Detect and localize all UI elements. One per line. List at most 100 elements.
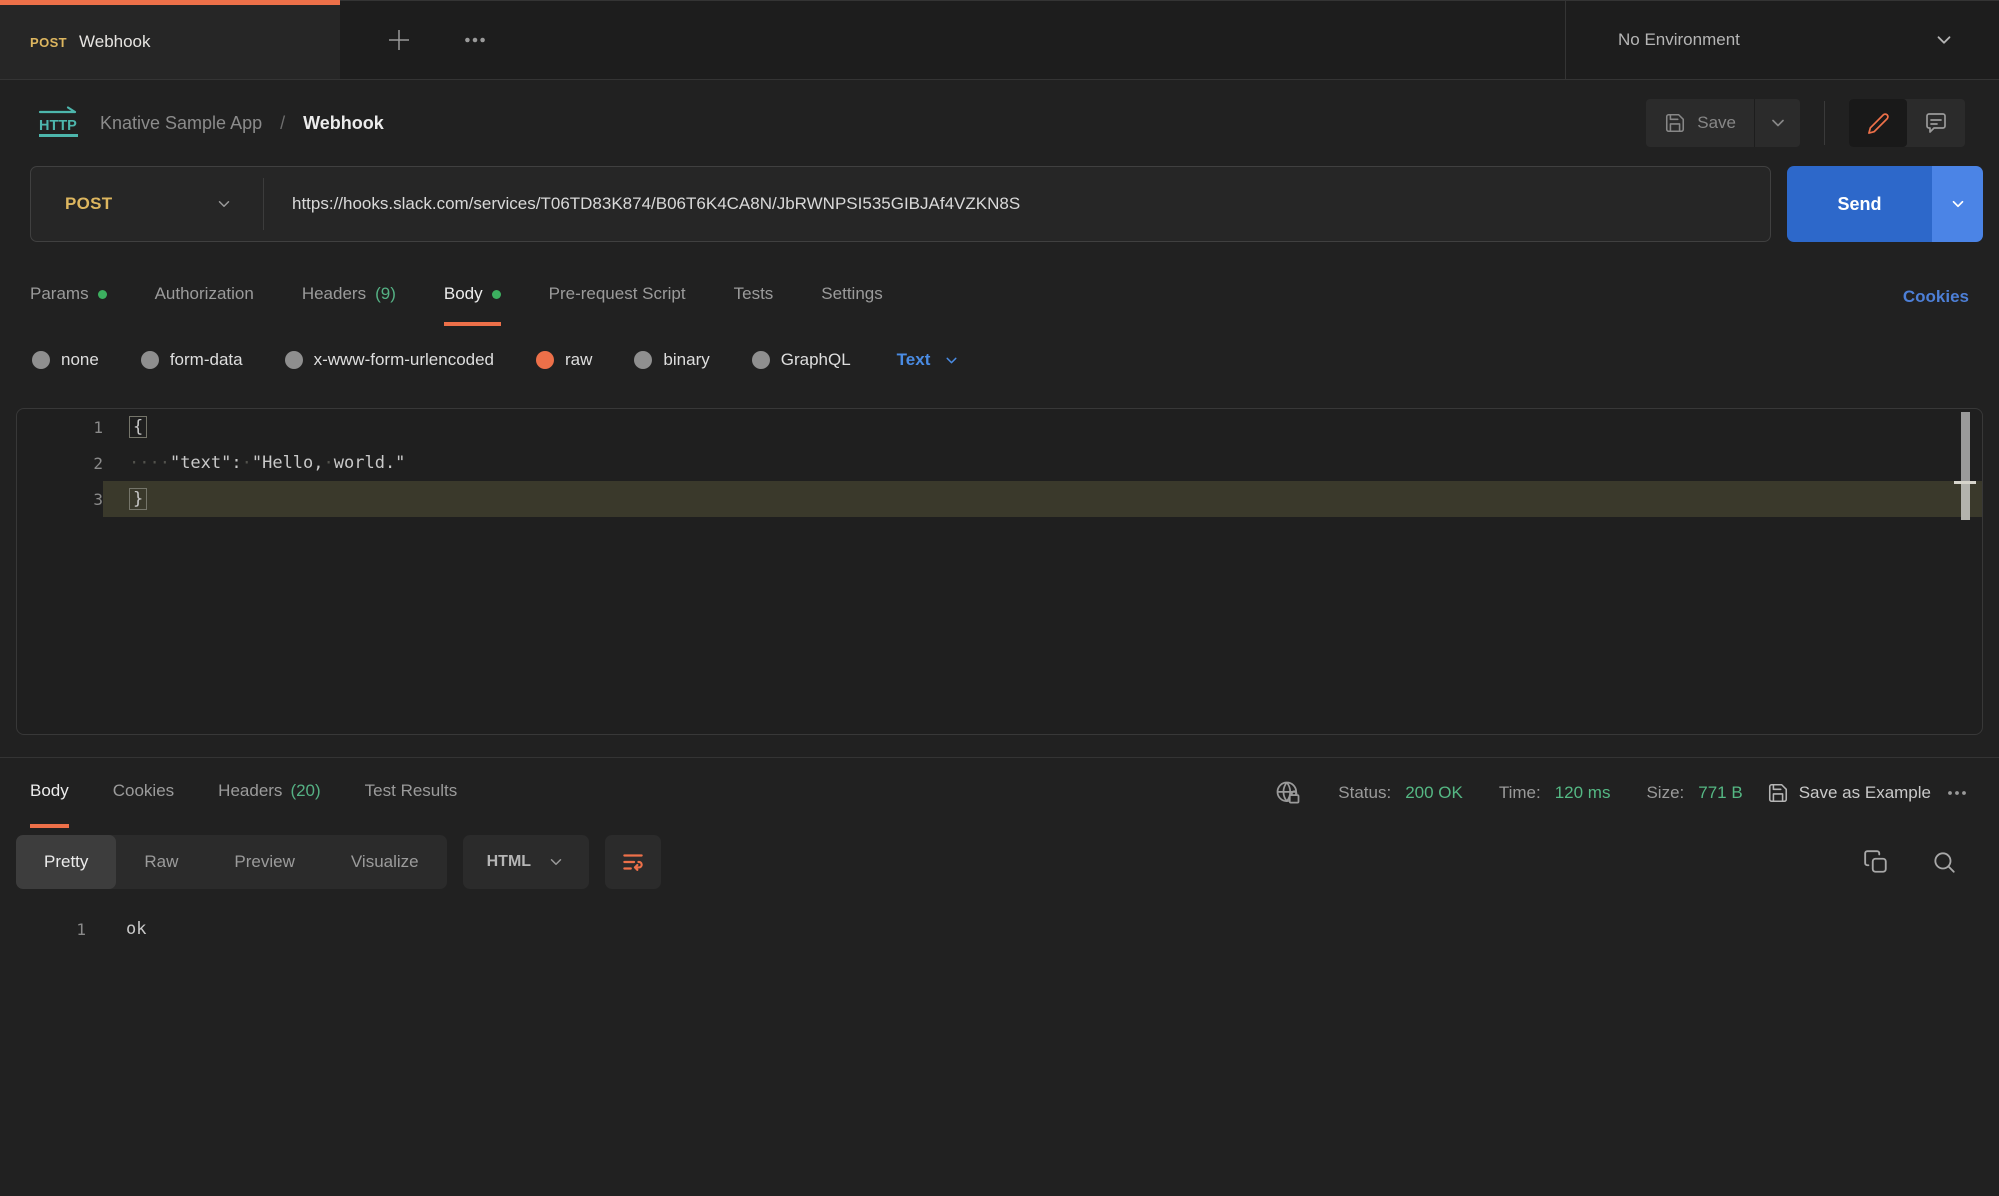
response-body-viewer[interactable]: 1 ok <box>0 896 1999 1196</box>
chevron-down-icon <box>943 352 960 369</box>
globe-lock-icon[interactable] <box>1274 779 1302 807</box>
editor-line-content: } <box>103 481 1982 517</box>
raw-type-label: Text <box>897 350 931 370</box>
environment-label: No Environment <box>1618 30 1740 50</box>
radio-selected-icon <box>536 351 554 369</box>
response-format-label: HTML <box>487 853 531 871</box>
request-tabstrip: POST Webhook No Environment <box>0 0 1999 80</box>
body-mode-urlencoded-label: x-www-form-urlencoded <box>314 350 494 370</box>
method-label: POST <box>65 194 113 214</box>
search-response-icon[interactable] <box>1931 849 1957 875</box>
wrap-text-button[interactable] <box>605 835 661 889</box>
tab-params[interactable]: Params <box>30 268 107 326</box>
size-value: 771 B <box>1698 783 1742 803</box>
send-options-caret[interactable] <box>1932 166 1983 242</box>
cookies-link[interactable]: Cookies <box>1903 287 1969 307</box>
body-mode-none[interactable]: none <box>32 350 99 370</box>
raw-type-select[interactable]: Text <box>897 350 961 370</box>
response-format-select[interactable]: HTML <box>463 835 589 889</box>
status-value: 200 OK <box>1405 783 1463 803</box>
edit-comment-group <box>1849 99 1965 147</box>
save-as-example-label: Save as Example <box>1799 783 1931 803</box>
line-number: 1 <box>17 409 103 445</box>
editor-line: 1 { <box>17 409 1982 445</box>
tab-authorization-label: Authorization <box>155 284 254 304</box>
chevron-down-icon <box>1933 29 1955 51</box>
response-more-options-icon[interactable] <box>1945 781 1969 805</box>
response-tabs-row: Body Cookies Headers (20) Test Results <box>0 758 1999 828</box>
new-tab-plus-icon[interactable] <box>384 25 414 55</box>
tab-body-label: Body <box>444 284 483 304</box>
tab-pre-request-script-label: Pre-request Script <box>549 284 686 304</box>
editor-line: 2 ····"text":·"Hello,·world." <box>17 445 1982 481</box>
save-button[interactable]: Save <box>1646 99 1754 147</box>
tab-settings[interactable]: Settings <box>821 268 882 326</box>
response-view-switcher: Pretty Raw Preview Visualize <box>16 835 447 889</box>
breadcrumb-request-name[interactable]: Webhook <box>303 113 384 134</box>
open-request-tab[interactable]: POST Webhook <box>0 0 340 79</box>
breadcrumb-collection[interactable]: Knative Sample App <box>100 113 262 134</box>
view-tab-pretty[interactable]: Pretty <box>16 835 116 889</box>
time-label: Time: <box>1499 783 1541 803</box>
view-tab-visualize[interactable]: Visualize <box>323 835 447 889</box>
comment-icon <box>1924 111 1948 135</box>
body-mode-graphql[interactable]: GraphQL <box>752 350 851 370</box>
view-tab-preview[interactable]: Preview <box>206 835 322 889</box>
send-button[interactable]: Send <box>1787 166 1932 242</box>
tab-title: Webhook <box>79 32 151 52</box>
editor-overview-ruler <box>1954 409 1976 734</box>
response-tab-test-results[interactable]: Test Results <box>365 758 458 828</box>
tab-body[interactable]: Body <box>444 268 501 326</box>
response-tab-test-results-label: Test Results <box>365 781 458 801</box>
tab-settings-label: Settings <box>821 284 882 304</box>
save-icon <box>1664 112 1686 134</box>
response-tab-cookies[interactable]: Cookies <box>113 758 174 828</box>
tab-tests-label: Tests <box>734 284 774 304</box>
request-body-editor[interactable]: 1 { 2 ····"text":·"Hello,·world." 3 } <box>16 408 1983 735</box>
save-options-caret[interactable] <box>1754 99 1800 147</box>
response-tab-body[interactable]: Body <box>30 758 69 828</box>
cursor-position-marker-stem <box>1961 484 1970 520</box>
editor-line-content: ····"text":·"Hello,·world." <box>103 445 1982 481</box>
edit-request-button[interactable] <box>1849 99 1907 147</box>
response-headers-count: (20) <box>290 781 320 801</box>
body-mode-form-data[interactable]: form-data <box>141 350 243 370</box>
body-mode-none-label: none <box>61 350 99 370</box>
copy-response-icon[interactable] <box>1863 849 1889 875</box>
environment-selector[interactable]: No Environment <box>1565 0 1999 79</box>
response-line-number: 1 <box>0 920 86 939</box>
tab-pre-request-script[interactable]: Pre-request Script <box>549 268 686 326</box>
body-mode-graphql-label: GraphQL <box>781 350 851 370</box>
url-bar: POST https://hooks.slack.com/services/T0… <box>30 166 1771 242</box>
tab-more-options-icon[interactable] <box>462 27 488 53</box>
comments-button[interactable] <box>1907 99 1965 147</box>
body-mode-binary[interactable]: binary <box>634 350 709 370</box>
body-mode-binary-label: binary <box>663 350 709 370</box>
chevron-down-icon <box>547 853 565 871</box>
time-value: 120 ms <box>1555 783 1611 803</box>
wrap-text-icon <box>620 849 646 875</box>
response-tab-headers[interactable]: Headers (20) <box>218 758 321 828</box>
view-tab-raw[interactable]: Raw <box>116 835 206 889</box>
tab-authorization[interactable]: Authorization <box>155 268 254 326</box>
save-button-label: Save <box>1697 113 1736 133</box>
tab-tests[interactable]: Tests <box>734 268 774 326</box>
body-mode-raw[interactable]: raw <box>536 350 592 370</box>
size-label: Size: <box>1646 783 1684 803</box>
tab-params-label: Params <box>30 284 89 304</box>
line-number: 3 <box>17 481 103 517</box>
save-as-example-button[interactable]: Save as Example <box>1767 782 1931 804</box>
tab-headers[interactable]: Headers (9) <box>302 268 396 326</box>
tab-actions <box>340 0 1565 79</box>
save-button-group: Save <box>1646 99 1800 147</box>
status-label: Status: <box>1338 783 1391 803</box>
headers-count: (9) <box>375 284 396 304</box>
response-meta: Status: 200 OK Time: 120 ms Size: 771 B … <box>1274 758 1969 828</box>
chevron-down-icon <box>215 195 233 213</box>
body-mode-form-data-label: form-data <box>170 350 243 370</box>
pencil-icon <box>1867 112 1890 135</box>
body-mode-urlencoded[interactable]: x-www-form-urlencoded <box>285 350 494 370</box>
method-select[interactable]: POST <box>31 194 263 214</box>
url-input[interactable]: https://hooks.slack.com/services/T06TD83… <box>264 194 1020 214</box>
radio-icon <box>141 351 159 369</box>
